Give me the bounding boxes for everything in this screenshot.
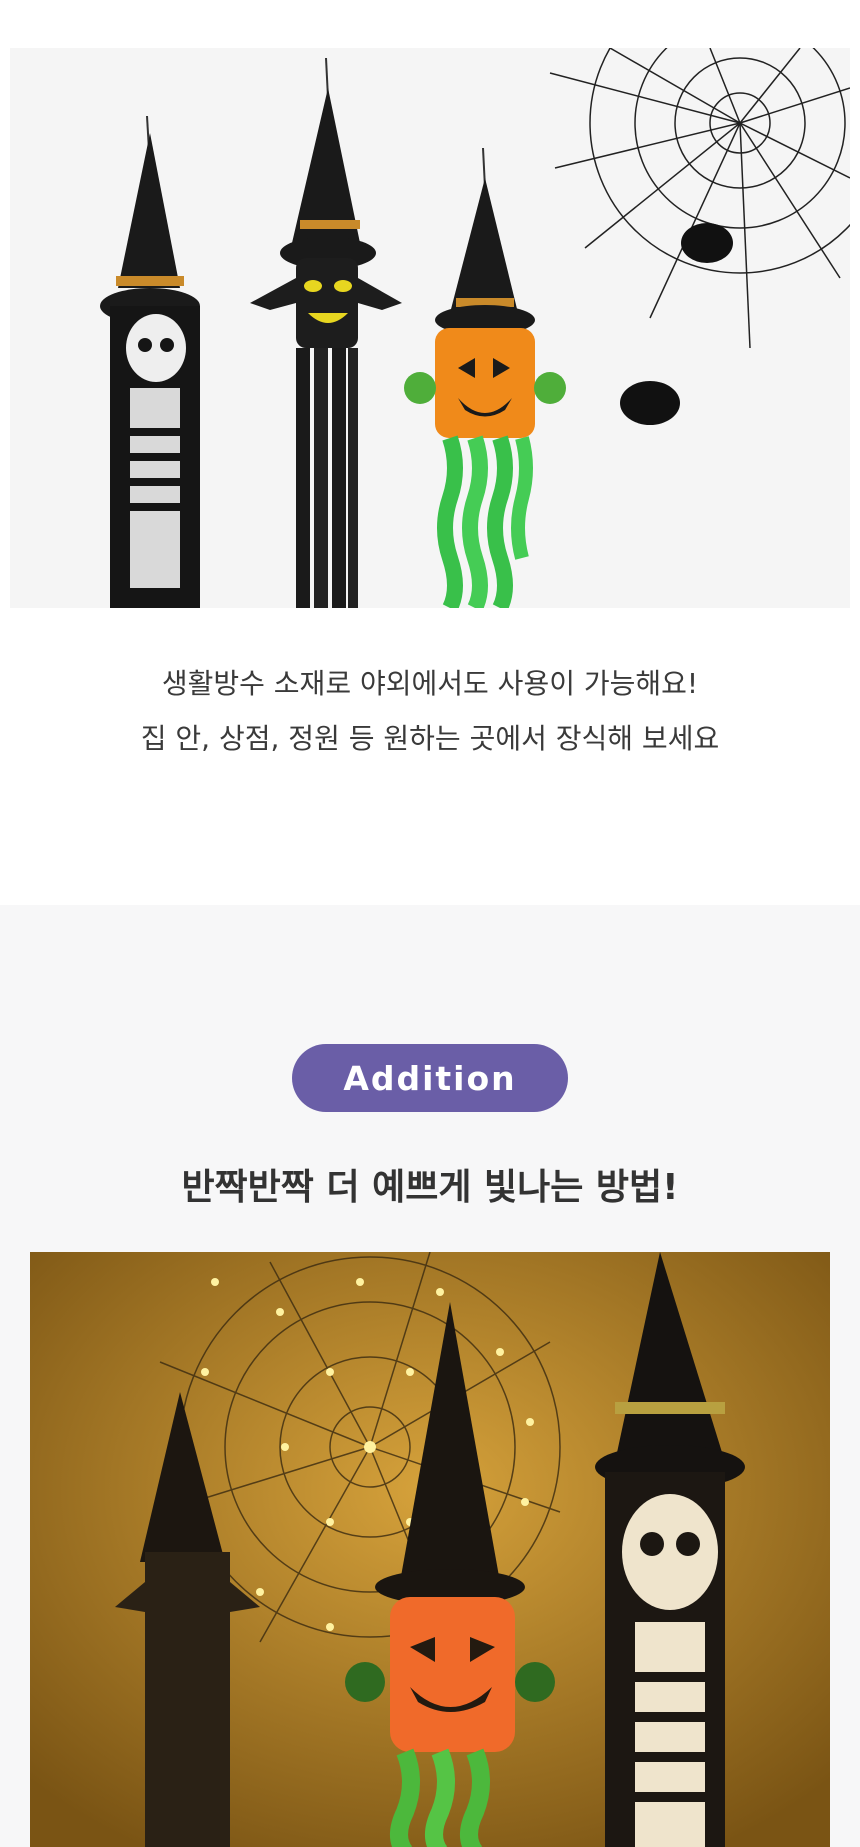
description-line: 집 안, 상점, 정원 등 원하는 곳에서 장식해 보세요: [140, 722, 720, 755]
description-line: 생활방수 소재로 야외에서도 사용이 가능해요!: [161, 667, 699, 700]
lit-halloween-decoration-photo: [30, 1252, 830, 1847]
product-description: 생활방수 소재로 야외에서도 사용이 가능해요! 집 안, 상점, 정원 등 원…: [0, 656, 860, 766]
addition-badge: Addition: [292, 1044, 568, 1112]
top-section: 생활방수 소재로 야외에서도 사용이 가능해요! 집 안, 상점, 정원 등 원…: [0, 0, 860, 905]
halloween-windsock-product-photo: [10, 48, 850, 608]
addition-headline: 반짝반짝 더 예쁘게 빛나는 방법!: [181, 1167, 679, 1208]
